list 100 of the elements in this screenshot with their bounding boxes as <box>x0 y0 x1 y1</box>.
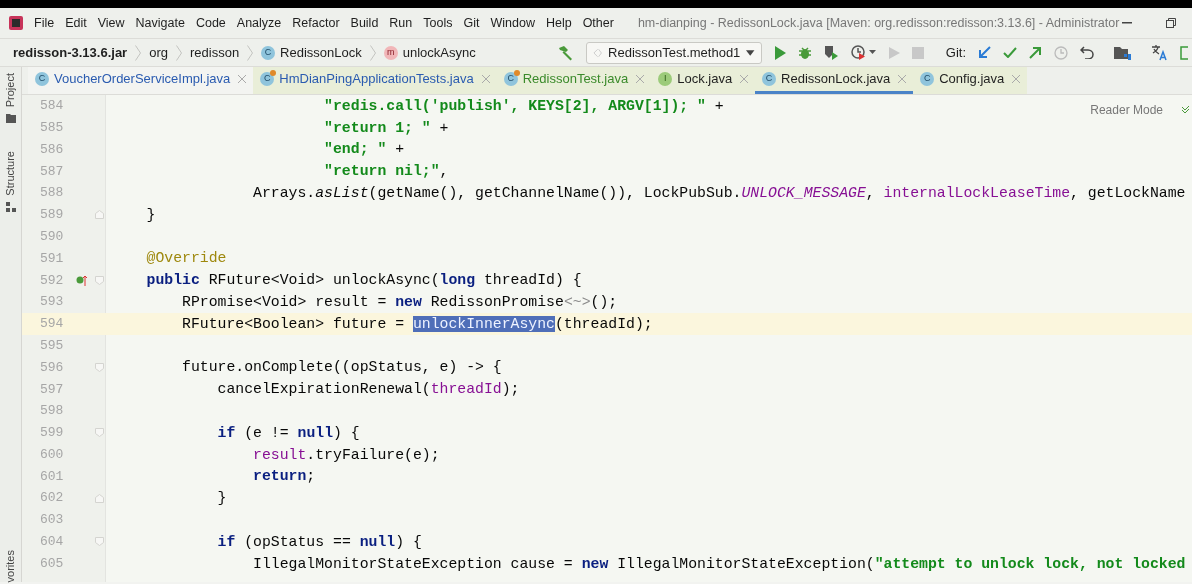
line-number: 589 <box>39 206 65 225</box>
restore-icon[interactable] <box>1166 18 1176 28</box>
fold-marker-icon[interactable] <box>95 362 104 372</box>
check-icon[interactable] <box>1182 105 1190 113</box>
structure-icon[interactable] <box>5 201 16 212</box>
fold-marker-icon[interactable] <box>95 428 104 438</box>
fold-marker-icon[interactable] <box>95 493 104 503</box>
translate-icon[interactable] <box>1151 44 1168 61</box>
line-number: 601 <box>39 467 65 486</box>
line-number: 584 <box>39 97 65 116</box>
run-icon[interactable] <box>773 45 786 60</box>
code-line: "return nil;", <box>323 162 449 182</box>
line-number: 597 <box>39 380 65 399</box>
close-icon[interactable] <box>740 75 749 83</box>
code-line: RFuture<Boolean> future = unlockInnerAsync(threadId); <box>181 314 653 334</box>
menu-item[interactable]: Navigate <box>135 13 185 33</box>
tool-window-tab[interactable]: Structure <box>2 151 19 196</box>
menu-item[interactable]: Analyze <box>236 13 282 33</box>
coverage-icon[interactable] <box>823 45 839 60</box>
editor-tab[interactable]: C VoucherOrderServiceImpl.java <box>28 67 254 94</box>
menu-item[interactable]: Edit <box>65 13 87 33</box>
class-icon: C <box>920 72 935 86</box>
code-line: "return 1; " + <box>323 118 449 138</box>
line-number: 602 <box>39 489 65 508</box>
override-marker-icon[interactable] <box>76 274 88 287</box>
breadcrumb-item[interactable]: redisson-3.13.6.jar <box>13 42 128 63</box>
undo-icon[interactable] <box>1080 46 1094 59</box>
fold-marker-icon[interactable] <box>95 537 104 547</box>
history-icon[interactable] <box>1054 45 1068 60</box>
code-line: "redis.call('publish', KEYS[2], ARGV[1]); " + <box>323 96 724 116</box>
run-configuration-dropdown[interactable]: RedissonTest.method1 <box>585 41 762 64</box>
line-number: 590 <box>39 227 65 246</box>
folder-icon[interactable] <box>5 113 16 124</box>
tool-window-tab[interactable]: vorites <box>2 549 19 582</box>
menu-item[interactable]: Run <box>389 13 413 33</box>
line-number: 605 <box>39 554 65 573</box>
line-number: 596 <box>39 358 65 377</box>
line-number: 591 <box>39 249 65 268</box>
code-line: RPromise<Void> result = new RedissonPromise<~>(); <box>181 293 618 312</box>
update-icon[interactable] <box>978 46 991 59</box>
fold-marker-icon[interactable] <box>95 275 104 285</box>
breadcrumb-item[interactable]: RedissonLock <box>280 42 362 63</box>
menu-item[interactable]: Tools <box>423 13 453 33</box>
menu-item[interactable]: Code <box>195 13 226 33</box>
code-line: result.tryFailure(e); <box>252 445 440 465</box>
editor-tab[interactable]: C HmDianPingApplicationTests.java <box>253 67 497 94</box>
line-number: 592 <box>39 271 65 290</box>
menu-item[interactable]: Help <box>545 13 572 33</box>
editor-tab[interactable]: C RedissonLock.java <box>755 67 914 94</box>
close-icon[interactable] <box>636 75 645 83</box>
line-number: 598 <box>39 402 65 421</box>
editor-tab[interactable]: C RedissonTest.java <box>496 67 652 94</box>
close-icon[interactable] <box>1012 75 1021 83</box>
menu-item[interactable]: File <box>34 13 55 33</box>
chevron-icon <box>369 44 376 61</box>
editor-tab[interactable]: C Config.java <box>913 67 1028 94</box>
method-icon: m <box>383 45 398 60</box>
panel-icon[interactable] <box>1180 45 1188 60</box>
menu-item[interactable]: Build <box>350 13 379 33</box>
breadcrumb-item[interactable]: redisson <box>189 42 240 63</box>
line-number: 604 <box>39 533 65 552</box>
code-line: } <box>216 489 227 509</box>
folder-grid-icon[interactable] <box>1114 45 1131 60</box>
line-number: 603 <box>39 511 65 530</box>
close-icon[interactable] <box>898 75 907 83</box>
line-number: 588 <box>39 184 65 203</box>
code-line: } <box>145 205 156 225</box>
minimize-icon[interactable] <box>1122 22 1132 24</box>
caret-icon <box>746 49 755 56</box>
close-icon[interactable] <box>481 75 490 83</box>
menu-item[interactable]: Git <box>463 13 480 33</box>
menu-item[interactable]: Refactor <box>292 13 340 33</box>
fold-marker-icon[interactable] <box>95 210 104 220</box>
code-line: public RFuture<Void> unlockAsync(long threadId) { <box>145 271 582 291</box>
chevron-icon <box>175 44 182 61</box>
menu-item[interactable]: Window <box>490 13 535 33</box>
profiler-icon[interactable] <box>850 45 877 60</box>
line-number: 595 <box>39 336 65 355</box>
interface-icon: I <box>658 72 673 86</box>
bug-icon[interactable] <box>797 45 812 60</box>
line-number: 587 <box>39 162 65 181</box>
menu-item[interactable]: Other <box>582 13 614 33</box>
class-icon: C <box>503 72 518 86</box>
line-number: 586 <box>39 140 65 159</box>
code-line: cancelExpirationRenewal(threadId); <box>216 380 520 400</box>
window-title: hm-dianping - RedissonLock.java [Maven: org.redisson:redisson:3.13.6] - Administrator <box>637 14 1120 32</box>
push-icon[interactable] <box>1029 46 1042 59</box>
menu-item[interactable]: View <box>97 13 125 33</box>
breadcrumb-item[interactable]: unlockAsync <box>402 42 476 63</box>
class-icon: C <box>762 72 777 86</box>
code-line: "end; " + <box>323 140 405 160</box>
line-number: 593 <box>39 293 65 312</box>
tool-window-tab[interactable]: Project <box>2 73 19 108</box>
editor-tab[interactable]: I Lock.java <box>651 67 756 94</box>
breadcrumb-item[interactable]: org <box>149 42 168 63</box>
line-number: 594 <box>39 315 65 334</box>
close-icon[interactable] <box>238 75 247 83</box>
line-number: 599 <box>39 424 65 443</box>
class-icon: C <box>261 45 276 60</box>
checkmark-icon[interactable] <box>1003 47 1017 58</box>
